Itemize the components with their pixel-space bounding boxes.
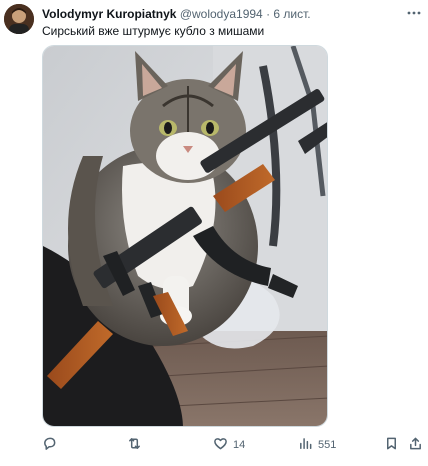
reply-button[interactable] (42, 436, 57, 454)
avatar[interactable] (4, 4, 34, 34)
bookmark-button[interactable] (384, 436, 399, 454)
tweet-image[interactable] (42, 45, 328, 427)
tweet-header: Volodymyr Kuropiatnyk @wolodya1994 · 6 л… (42, 7, 311, 21)
author-handle[interactable]: @wolodya1994 (180, 7, 263, 21)
repost-button[interactable] (127, 436, 142, 454)
timestamp[interactable]: 6 лист. (273, 7, 310, 21)
separator-dot: · (266, 7, 271, 21)
tweet[interactable]: Volodymyr Kuropiatnyk @wolodya1994 · 6 л… (0, 0, 428, 466)
views-count: 551 (318, 439, 337, 451)
views-icon (298, 436, 313, 454)
share-icon (408, 436, 423, 454)
reply-icon (42, 436, 57, 454)
tweet-actions: 14 551 (0, 436, 428, 454)
bookmark-icon (384, 436, 399, 454)
share-button[interactable] (408, 436, 423, 454)
author-name[interactable]: Volodymyr Kuropiatnyk (42, 7, 176, 21)
views-button[interactable]: 551 (298, 436, 336, 454)
tweet-text: Сирський вже штурмує кубло з мишами (42, 24, 265, 38)
heart-icon (213, 436, 228, 454)
like-button[interactable]: 14 (213, 436, 245, 454)
more-icon[interactable] (404, 3, 424, 23)
repost-icon (127, 436, 142, 454)
like-count: 14 (233, 439, 246, 451)
